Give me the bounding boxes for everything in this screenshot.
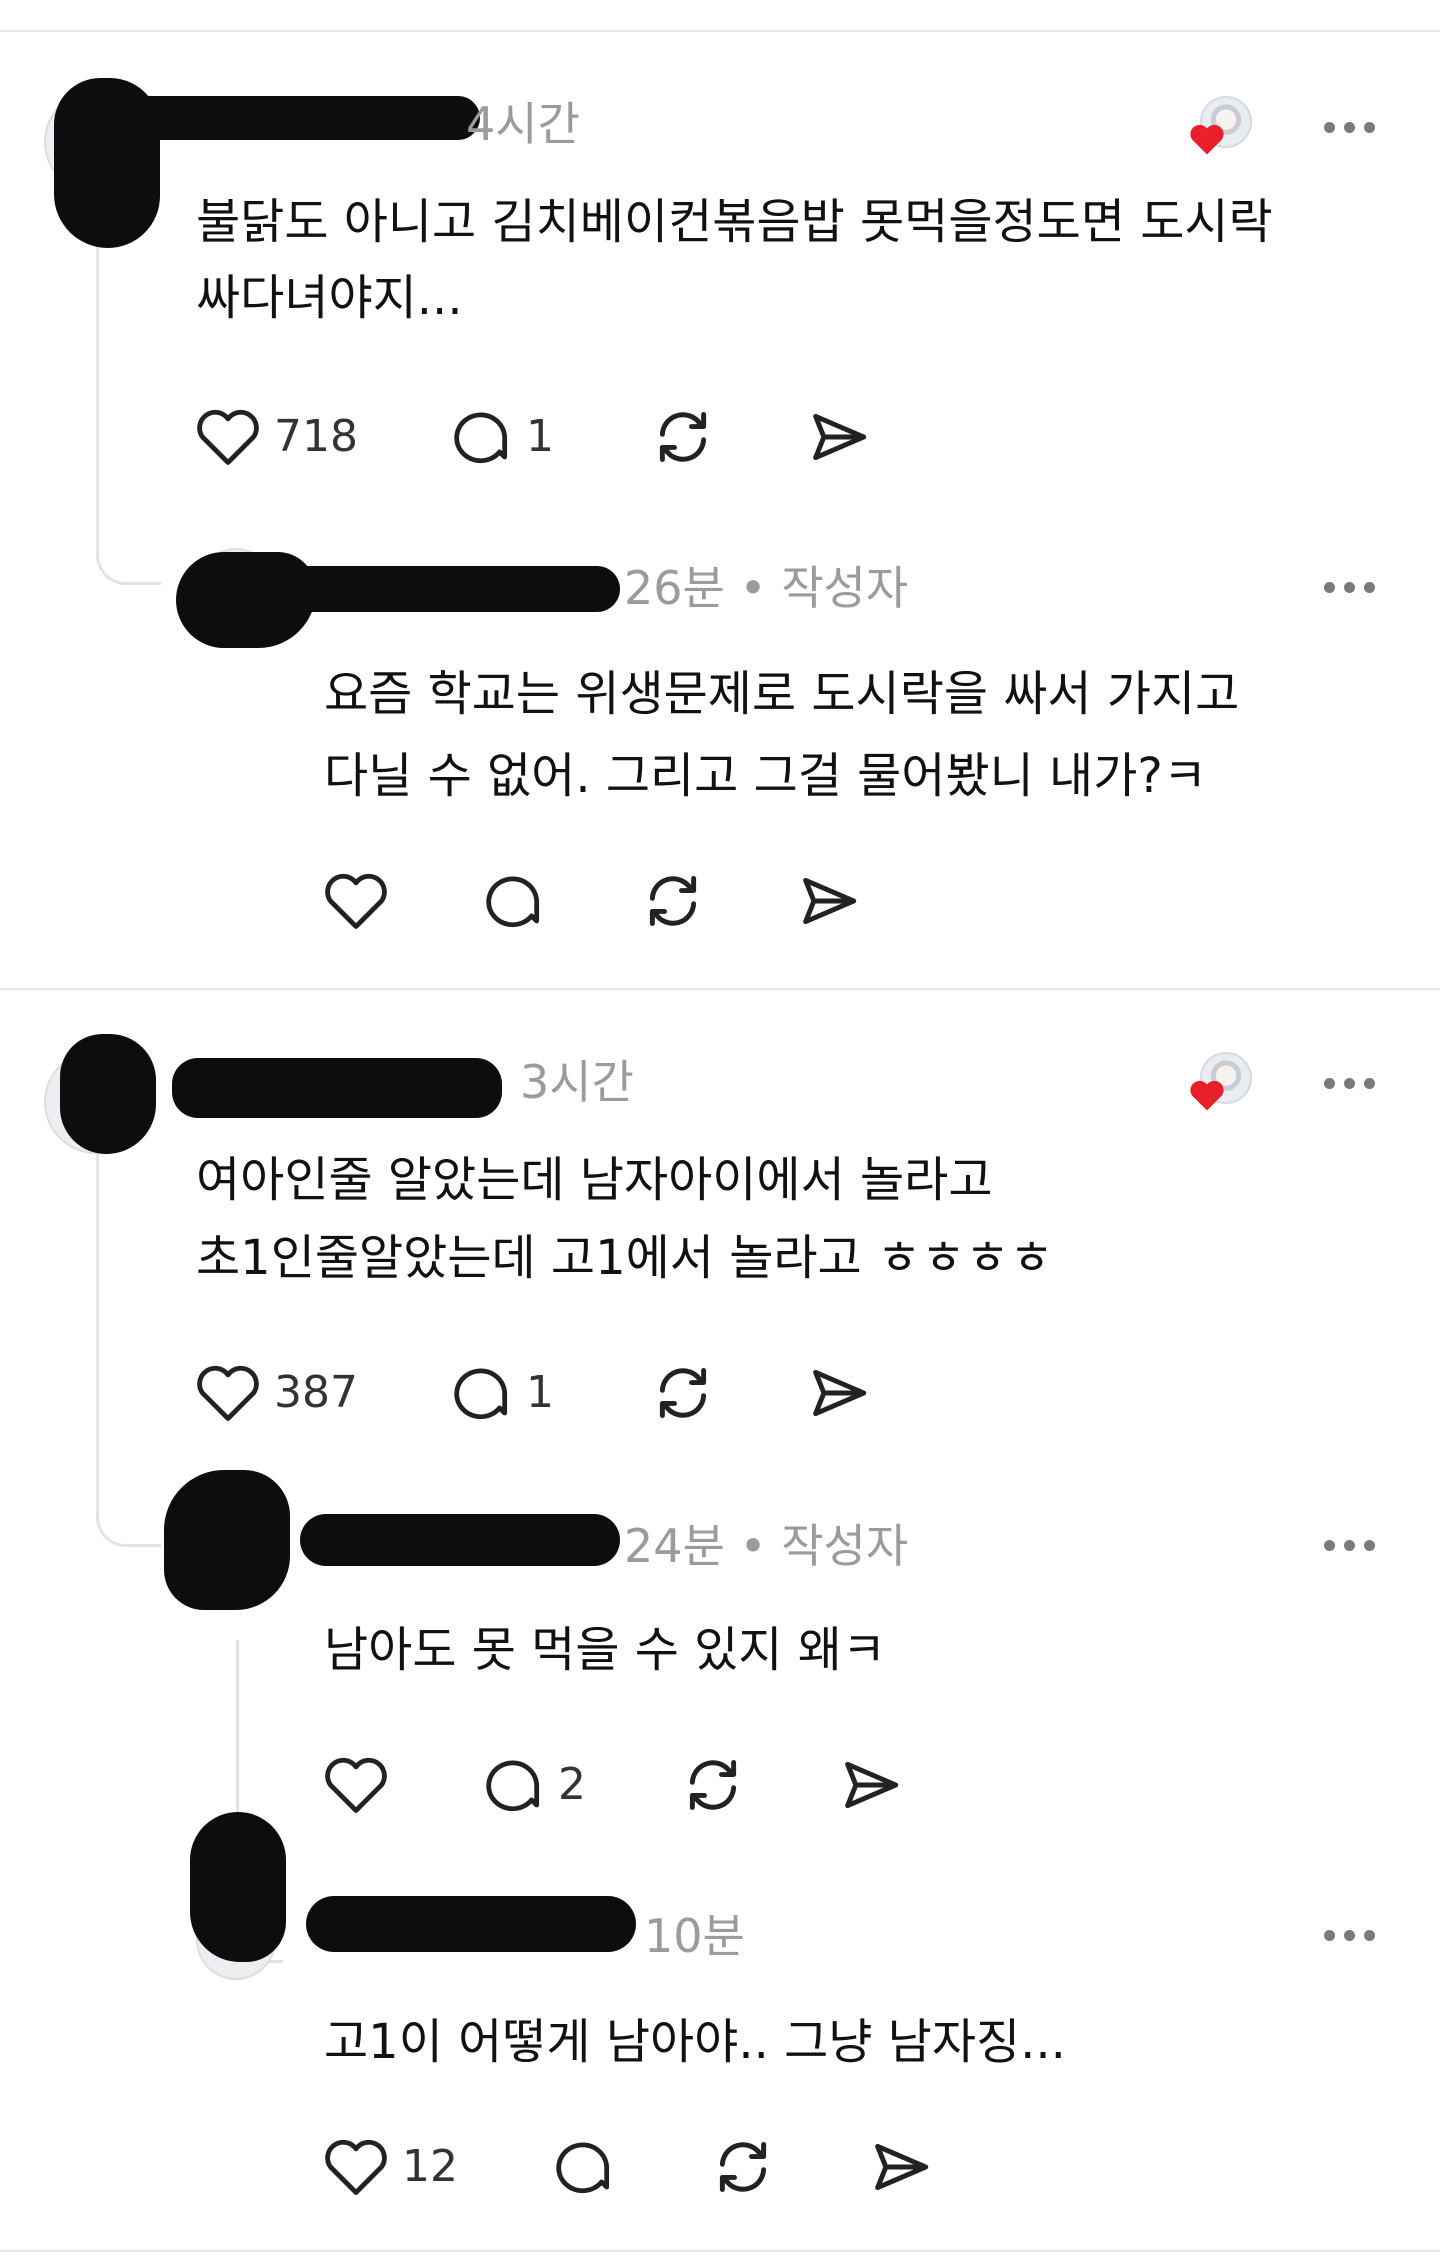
share-button[interactable] bbox=[838, 1750, 904, 1820]
send-icon bbox=[813, 1369, 867, 1417]
reply-button[interactable] bbox=[482, 866, 546, 936]
repost-icon bbox=[659, 1367, 707, 1419]
heart-icon bbox=[1190, 124, 1224, 155]
repost-button[interactable] bbox=[650, 402, 716, 472]
comment-text-line2: 다닐 수 없어. 그리고 그걸 물어봤니 내가?ㅋ bbox=[324, 748, 1208, 804]
more-icon[interactable] bbox=[1324, 1536, 1378, 1556]
redacted-avatar bbox=[190, 1812, 286, 1962]
more-icon[interactable] bbox=[1324, 578, 1378, 598]
send-icon bbox=[803, 877, 857, 925]
like-button[interactable] bbox=[322, 866, 390, 936]
repost-icon bbox=[649, 875, 697, 927]
thread-connector bbox=[96, 240, 161, 585]
more-icon[interactable] bbox=[1324, 1074, 1378, 1094]
comment-time: 4시간 bbox=[466, 97, 580, 151]
heart-icon bbox=[325, 2139, 387, 2195]
share-button[interactable] bbox=[796, 866, 862, 936]
like-count: 387 bbox=[274, 1367, 358, 1418]
comment-text-line: 고1이 어떻게 남아야.. 그냥 남자징... bbox=[324, 2014, 1066, 2070]
like-button[interactable] bbox=[322, 1750, 390, 1820]
repost-button[interactable] bbox=[680, 1750, 746, 1820]
author-liked-indicator bbox=[1188, 96, 1252, 160]
heart-icon bbox=[325, 873, 387, 929]
speech-bubble-icon bbox=[486, 876, 540, 928]
send-icon bbox=[875, 2143, 929, 2191]
send-icon bbox=[813, 413, 867, 461]
speech-bubble-icon bbox=[556, 2142, 610, 2194]
redacted-username bbox=[120, 96, 480, 140]
comment-text-line1: 불닭도 아니고 김치베이컨볶음밥 못먹을정도면 도시락 bbox=[196, 194, 1273, 250]
heart-icon bbox=[197, 1365, 259, 1421]
reply-button[interactable]: 2 bbox=[482, 1750, 586, 1820]
share-button[interactable] bbox=[806, 1358, 872, 1428]
speech-bubble-icon bbox=[454, 412, 508, 464]
redacted-username bbox=[246, 566, 620, 612]
share-button[interactable] bbox=[806, 402, 872, 472]
comment-text-line: 남아도 못 먹을 수 있지 왜ㅋ bbox=[324, 1622, 887, 1678]
bottom-divider bbox=[0, 2250, 1440, 2252]
repost-icon bbox=[659, 411, 707, 463]
thread-divider bbox=[0, 988, 1440, 990]
comment-time: 26분 • 작성자 bbox=[624, 561, 909, 615]
thread-connector bbox=[96, 1146, 161, 1547]
like-button[interactable]: 718 bbox=[194, 402, 358, 472]
comment-text-line2: 초1인줄알았는데 고1에서 놀라고 ㅎㅎㅎㅎ bbox=[196, 1230, 1054, 1286]
author-liked-indicator bbox=[1188, 1052, 1252, 1116]
reply-button[interactable]: 1 bbox=[450, 1358, 554, 1428]
heart-icon bbox=[197, 409, 259, 465]
reply-button[interactable] bbox=[552, 2132, 616, 2202]
repost-icon bbox=[689, 1759, 737, 1811]
heart-icon bbox=[1190, 1080, 1224, 1111]
reply-count: 2 bbox=[558, 1759, 586, 1810]
more-icon[interactable] bbox=[1324, 1926, 1378, 1946]
comment-text-line1: 요즘 학교는 위생문제로 도시락을 싸서 가지고 bbox=[324, 666, 1240, 722]
redacted-username bbox=[306, 1896, 636, 1952]
comment-time: 3시간 bbox=[520, 1055, 634, 1109]
redacted-avatar bbox=[164, 1470, 290, 1610]
comment-time: 10분 bbox=[644, 1909, 745, 1963]
like-button[interactable]: 387 bbox=[194, 1358, 358, 1428]
comment-time: 24분 • 작성자 bbox=[624, 1519, 909, 1573]
repost-button[interactable] bbox=[650, 1358, 716, 1428]
comment-text-line1: 여아인줄 알았는데 남자아이에서 놀라고 bbox=[196, 1152, 993, 1208]
reply-count: 1 bbox=[526, 411, 554, 462]
repost-button[interactable] bbox=[640, 866, 706, 936]
comment-text-line2: 싸다녀야지... bbox=[196, 270, 463, 326]
like-count: 12 bbox=[402, 2141, 458, 2192]
share-button[interactable] bbox=[868, 2132, 934, 2202]
repost-icon bbox=[719, 2141, 767, 2193]
top-divider bbox=[0, 30, 1440, 32]
repost-button[interactable] bbox=[710, 2132, 776, 2202]
reply-count: 1 bbox=[526, 1367, 554, 1418]
like-button[interactable]: 12 bbox=[322, 2132, 458, 2202]
send-icon bbox=[845, 1761, 899, 1809]
heart-icon bbox=[325, 1757, 387, 1813]
reply-button[interactable]: 1 bbox=[450, 402, 554, 472]
speech-bubble-icon bbox=[486, 1760, 540, 1812]
more-icon[interactable] bbox=[1324, 118, 1378, 138]
redacted-username bbox=[172, 1058, 502, 1118]
like-count: 718 bbox=[274, 411, 358, 462]
redacted-username bbox=[300, 1514, 620, 1566]
redacted-avatar bbox=[60, 1034, 156, 1154]
speech-bubble-icon bbox=[454, 1368, 508, 1420]
